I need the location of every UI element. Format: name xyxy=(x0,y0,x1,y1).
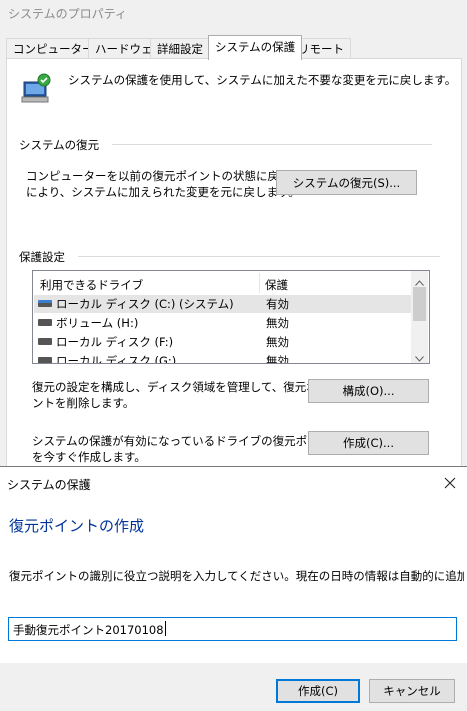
system-restore-button[interactable]: システムの復元(S)... xyxy=(276,170,417,195)
intro-text: システムの保護を使用して、システムに加えた不要な変更を元に戻します。 xyxy=(68,73,457,87)
restore-description-line1: コンピューターを以前の復元ポイントの状態に戻すこと xyxy=(26,169,314,183)
protection-group-heading: 保護設定 xyxy=(19,250,65,264)
restore-group-heading: システムの復元 xyxy=(19,138,100,152)
group-divider xyxy=(112,144,432,145)
create-restore-point-dialog: システムの保護 復元ポイントの作成 復元ポイントの識別に役立つ説明を入力してくだ… xyxy=(0,466,467,711)
configure-text-line2: ントを削除します。 xyxy=(32,396,135,410)
vertical-scrollbar[interactable] xyxy=(411,271,428,363)
create-confirm-button[interactable]: 作成(C) xyxy=(276,679,360,703)
column-header-drive[interactable]: 利用できるドライブ xyxy=(40,277,143,293)
drive-protection-status: 無効 xyxy=(266,354,289,364)
drive-name: ローカル ディスク (G:) xyxy=(56,354,177,364)
system-properties-window: システムのプロパティ コンピューター名 ハードウェア 詳細設定 システムの保護 … xyxy=(0,0,467,466)
create-text-line1: システムの保護が有効になっているドライブの復元ポイント xyxy=(32,434,342,448)
tab-advanced[interactable]: 詳細設定 xyxy=(150,38,210,59)
text-caret xyxy=(165,621,166,636)
column-header-protection[interactable]: 保護 xyxy=(265,277,288,293)
configure-button[interactable]: 構成(O)... xyxy=(308,379,429,403)
drive-protection-status: 無効 xyxy=(266,335,289,349)
create-button[interactable]: 作成(C)... xyxy=(308,431,429,455)
group-divider xyxy=(78,256,440,257)
column-divider xyxy=(259,273,260,293)
system-protection-icon xyxy=(20,72,54,106)
dialog-title: システムの保護 xyxy=(7,478,91,492)
drive-name: ボリューム (H:) xyxy=(56,316,139,330)
drive-icon xyxy=(38,338,52,345)
list-item[interactable]: ローカル ディスク (F:) 無効 xyxy=(34,333,411,351)
dialog-titlebar: システムの保護 xyxy=(0,467,467,498)
dialog-instruction: 復元ポイントの識別に役立つ説明を入力してください。現在の日時の情報は自動的に追加… xyxy=(9,569,464,583)
drive-name: ローカル ディスク (C:) (システム) xyxy=(56,297,234,311)
drive-icon xyxy=(38,319,52,326)
scroll-thumb[interactable] xyxy=(413,287,426,321)
restore-point-name-input[interactable]: 手動復元ポイント20170108 xyxy=(8,617,457,641)
window-title: システムのプロパティ xyxy=(8,7,127,21)
list-item[interactable]: ローカル ディスク (C:) (システム) 有効 xyxy=(34,295,411,313)
list-item[interactable]: ボリューム (H:) 無効 xyxy=(34,314,411,332)
drive-protection-status: 無効 xyxy=(266,316,289,330)
dialog-heading: 復元ポイントの作成 xyxy=(9,517,145,535)
cancel-button[interactable]: キャンセル xyxy=(369,679,455,703)
configure-text-line1: 復元の設定を構成し、ディスク領域を管理して、復元ポイ xyxy=(32,380,330,394)
scroll-down-arrow-icon[interactable] xyxy=(415,351,424,363)
dialog-footer: 作成(C) キャンセル xyxy=(0,663,467,711)
create-text-line2: を今すぐ作成します。 xyxy=(32,450,146,464)
drive-icon xyxy=(38,357,52,363)
list-item[interactable]: ローカル ディスク (G:) 無効 xyxy=(34,352,411,364)
input-value: 手動復元ポイント20170108 xyxy=(13,623,164,637)
drive-list[interactable]: 利用できるドライブ 保護 ローカル ディスク (C:) (システム) 有効 ボリ… xyxy=(32,270,430,364)
system-drive-icon xyxy=(38,300,52,307)
drive-protection-status: 有効 xyxy=(266,297,289,311)
tab-system-protection[interactable]: システムの保護 xyxy=(208,35,303,60)
close-icon[interactable] xyxy=(440,473,460,493)
drive-name: ローカル ディスク (F:) xyxy=(56,335,174,349)
restore-description-line2: により、システムに加えられた変更を元に戻します。 xyxy=(26,185,300,199)
